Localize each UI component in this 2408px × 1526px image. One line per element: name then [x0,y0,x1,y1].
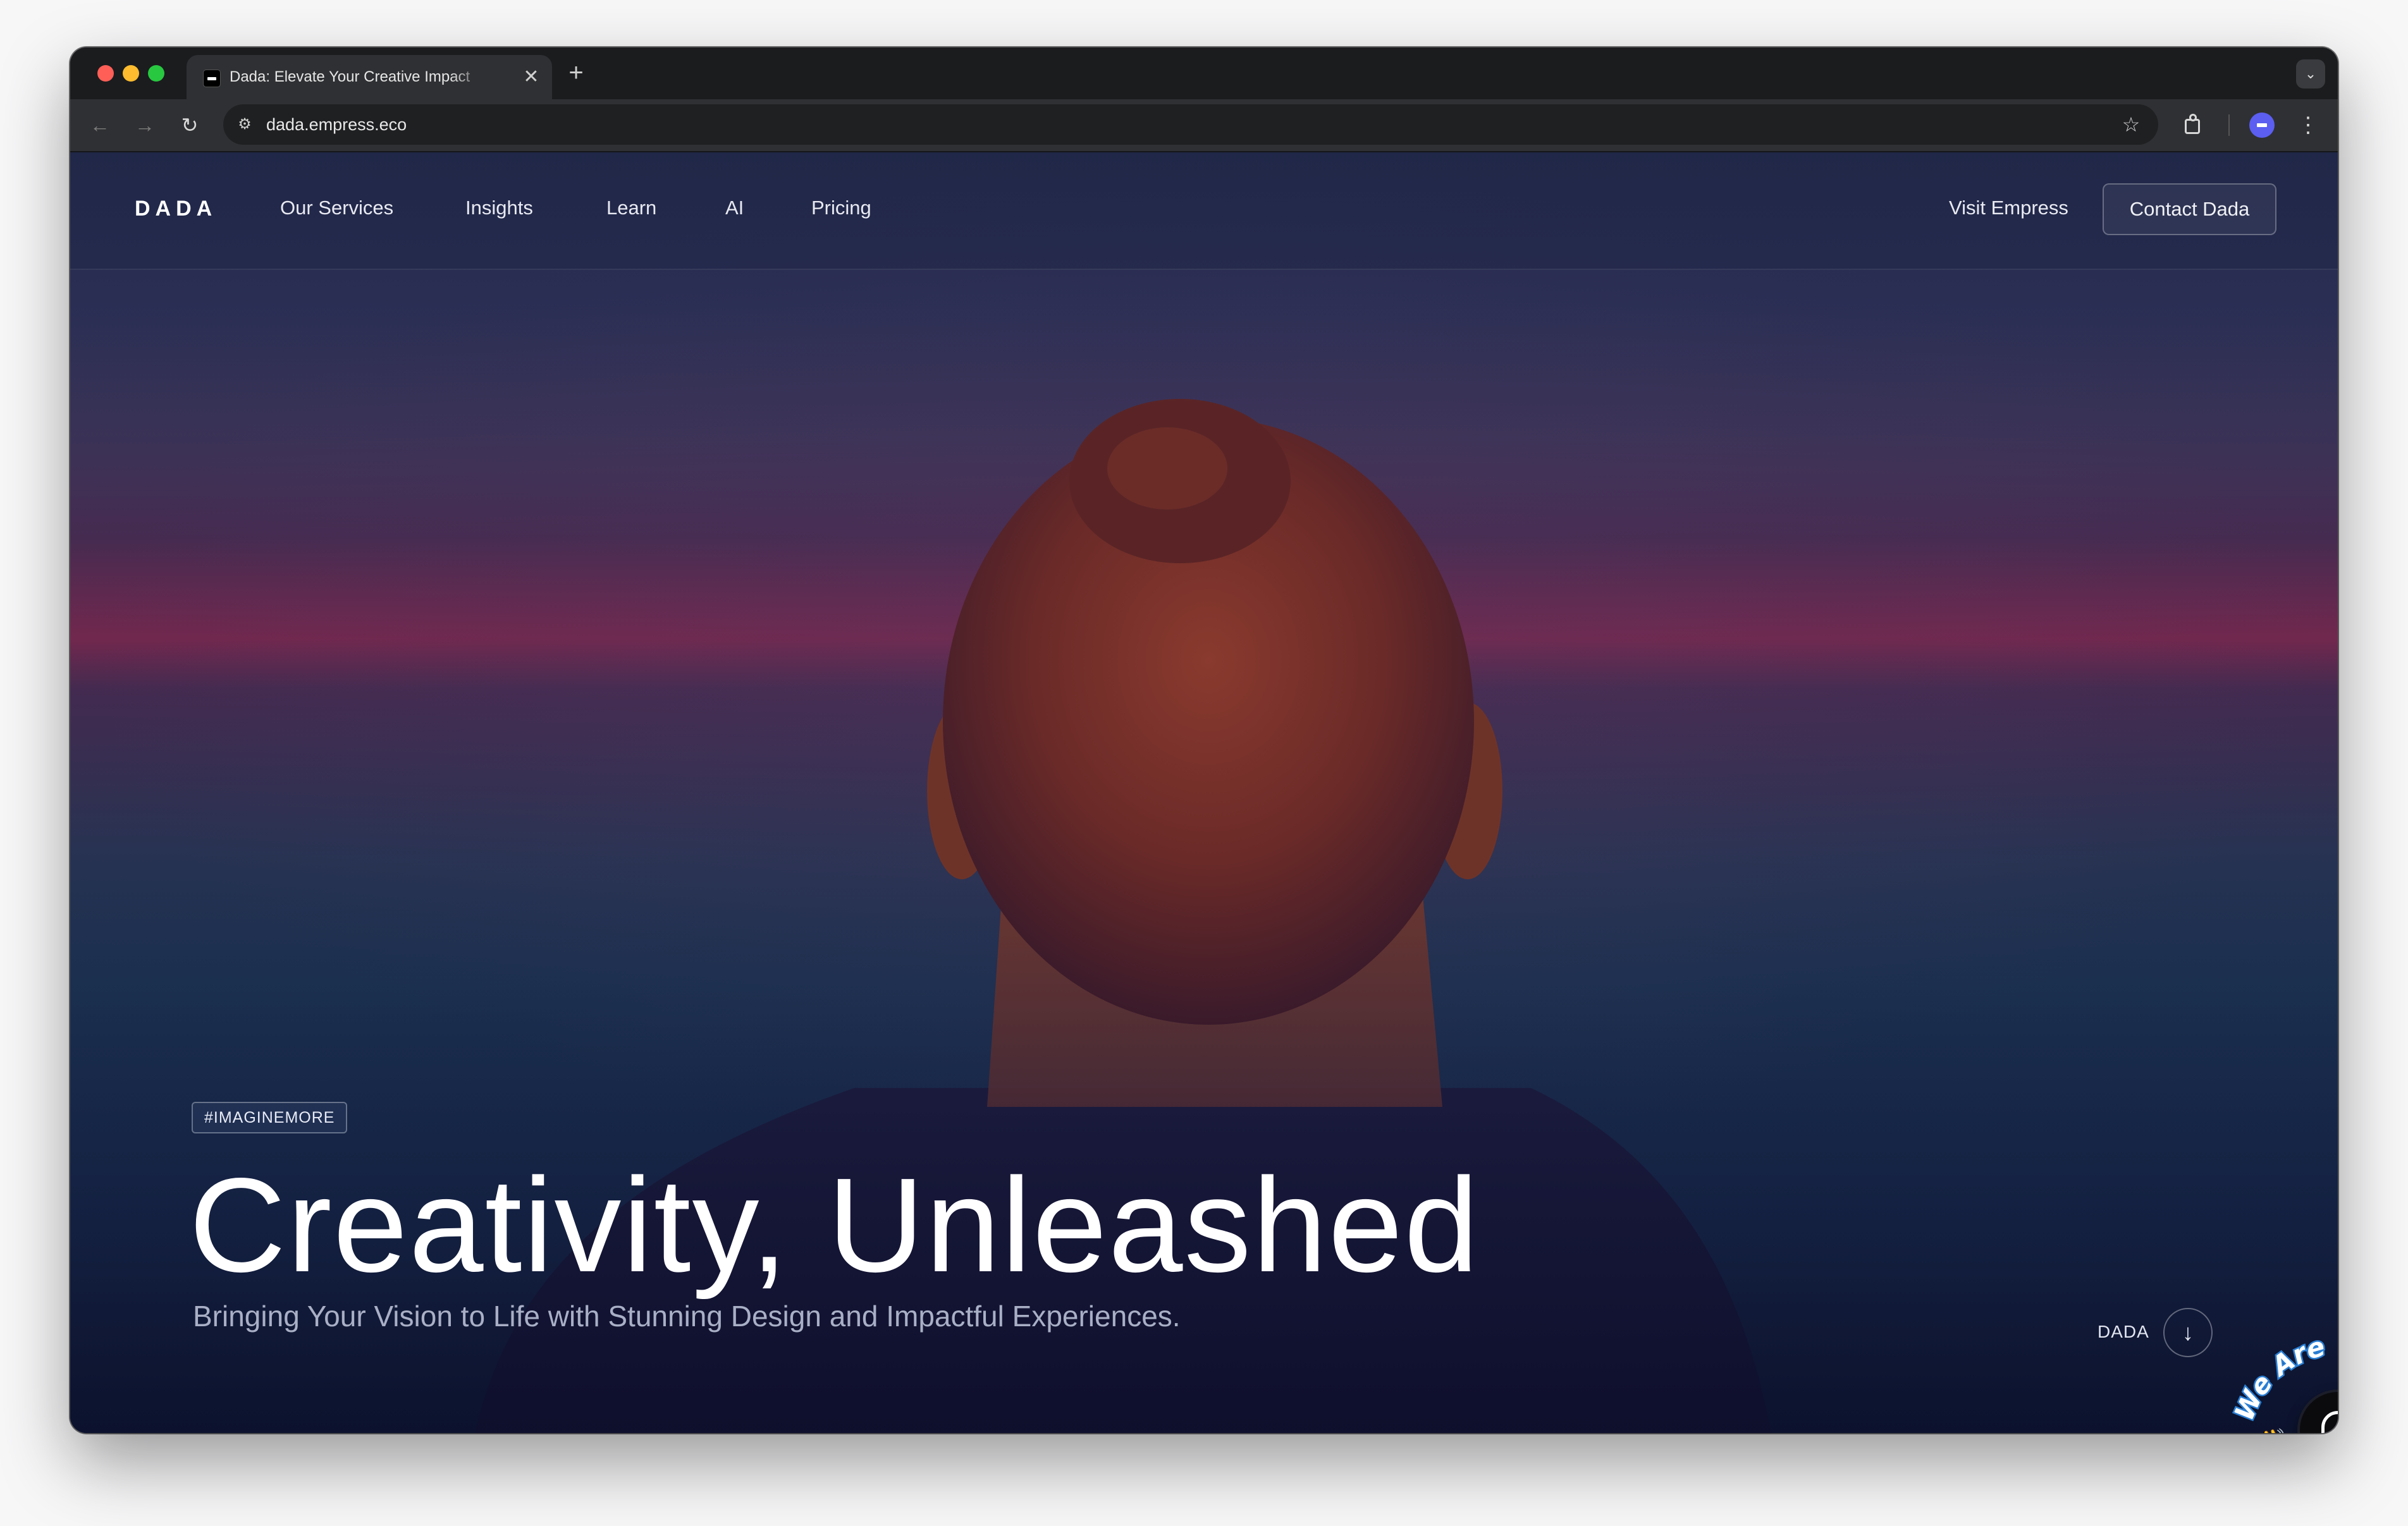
hero-subtitle: Bringing Your Vision to Life with Stunni… [193,1300,1181,1333]
nav-link-pricing[interactable]: Pricing [811,197,871,219]
minimize-window-button[interactable] [123,65,139,82]
brand-logo[interactable]: DADA [135,197,217,221]
scroll-label: DADA [2098,1322,2149,1341]
tab-strip: Dada: Elevate Your Creative Impact ✕ + ⌄ [70,47,2338,99]
toolbar-divider [2228,114,2230,136]
favicon-icon [203,70,221,87]
site-info-icon[interactable]: ⚙ [233,113,256,136]
puzzle-knob-shape [2189,114,2197,121]
tab-close-icon[interactable]: ✕ [522,68,541,87]
close-window-button[interactable] [97,65,114,82]
hashtag-badge: #IMAGINEMORE [192,1102,348,1133]
bookmark-star-icon[interactable]: ☆ [2118,111,2144,138]
contact-dada-button[interactable]: Contact Dada [2103,183,2276,235]
wave-hand-icon: 👋 [2253,1429,2292,1433]
nav-link-ai[interactable]: AI [725,197,744,219]
nav-link-learn[interactable]: Learn [606,197,656,219]
maximize-window-button[interactable] [148,65,164,82]
url-text[interactable]: dada.empress.eco [266,104,407,145]
nav-link-our-services[interactable]: Our Services [280,197,393,219]
chat-widget[interactable]: We Are Here! 👋 1 [2163,1296,2338,1433]
site-navbar: DADA Our Services Insights Learn AI Pric… [70,152,2338,270]
address-bar[interactable]: ⚙ dada.empress.eco ☆ [223,104,2158,145]
browser-toolbar: ← → ↻ ⚙ dada.empress.eco ☆ ⋮ [70,99,2338,152]
browser-menu-icon[interactable]: ⋮ [2297,112,2319,138]
forward-button[interactable]: → [132,112,158,138]
chat-bubble-icon [2321,1411,2338,1433]
tab-search-button[interactable]: ⌄ [2296,59,2325,89]
page-viewport: DADA Our Services Insights Learn AI Pric… [70,152,2338,1433]
hero-title: Creativity, Unleashed [189,1150,1480,1300]
extensions-puzzle-icon[interactable] [2181,113,2206,138]
new-tab-button[interactable]: + [563,60,589,85]
browser-window: Dada: Elevate Your Creative Impact ✕ + ⌄… [70,47,2338,1433]
browser-tab-active[interactable]: Dada: Elevate Your Creative Impact ✕ [187,55,552,99]
nav-link-insights[interactable]: Insights [465,197,533,219]
reload-button[interactable]: ↻ [176,112,203,138]
back-button[interactable]: ← [87,112,113,138]
visit-empress-link[interactable]: Visit Empress [1949,197,2068,219]
profile-avatar[interactable] [2249,113,2275,138]
tab-title: Dada: Elevate Your Creative Impact [230,68,470,85]
